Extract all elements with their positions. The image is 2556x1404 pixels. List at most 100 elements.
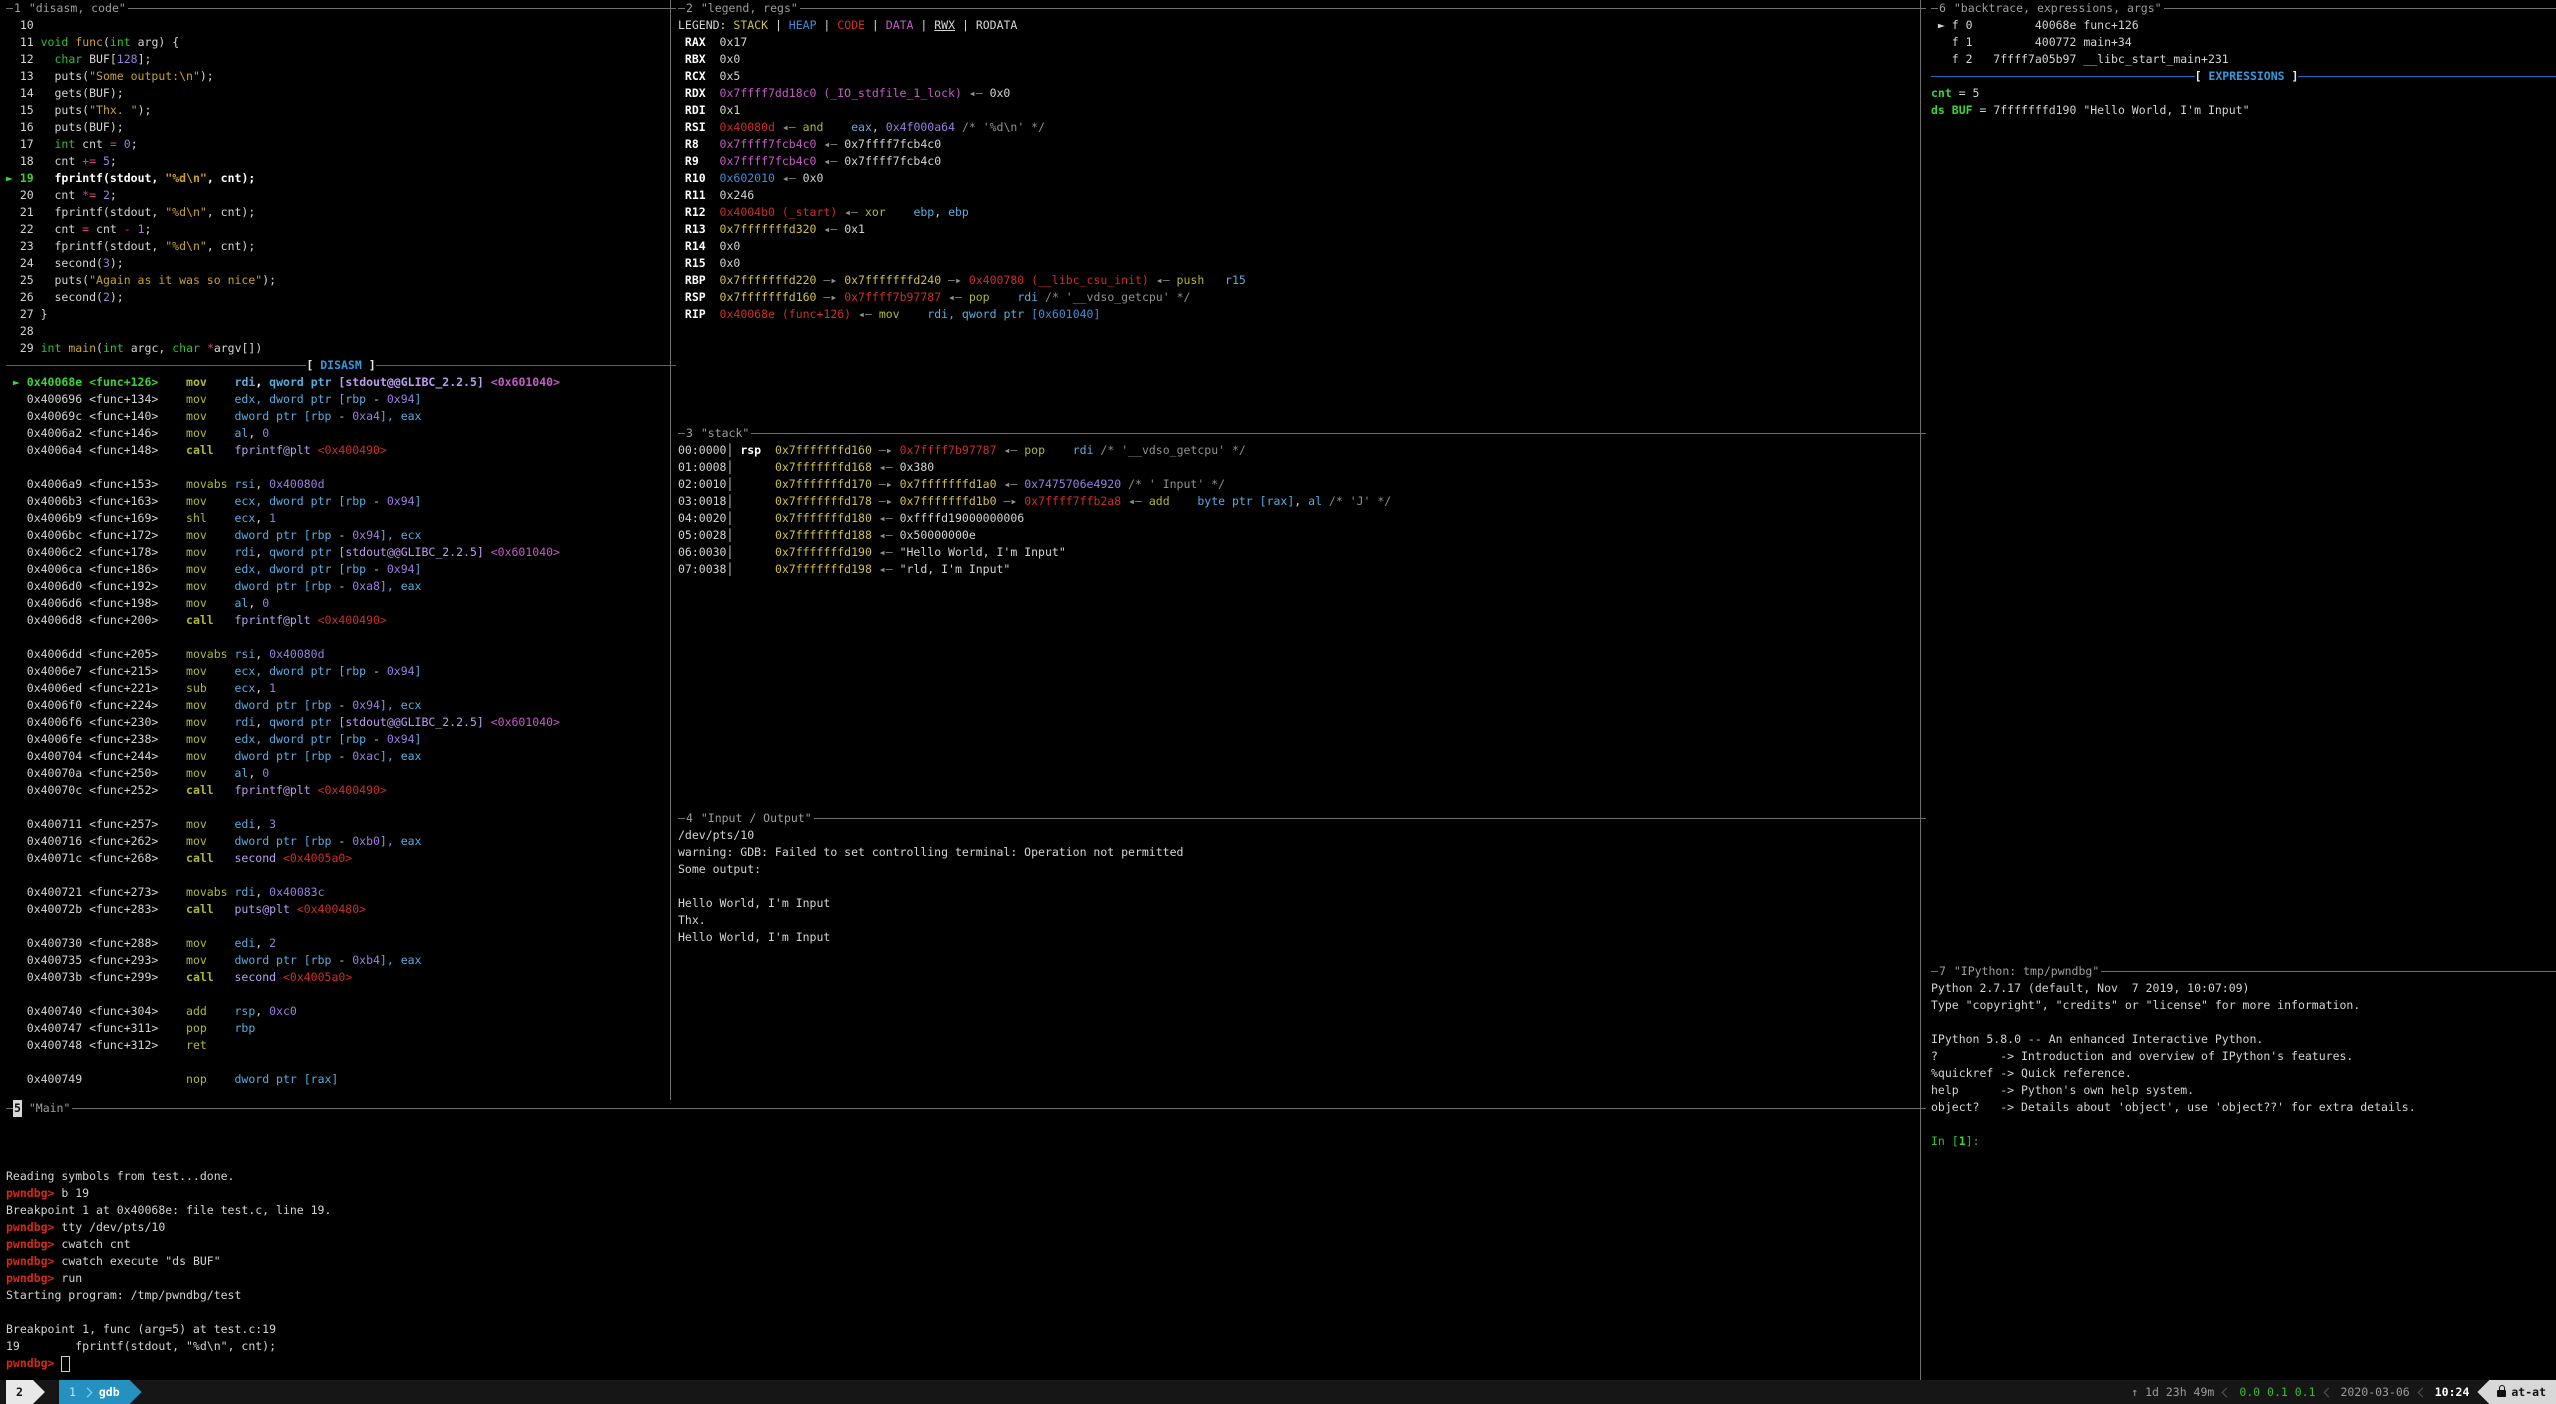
text-run: cwatch execute "ds BUF" xyxy=(61,1254,220,1268)
window-tab-gdb[interactable]: 1 gdb xyxy=(59,1380,130,1404)
text-run: ebp xyxy=(913,205,934,219)
powerline-separator xyxy=(130,1380,142,1404)
text-run: 0x4006a4 <func+148> xyxy=(6,443,186,457)
text-run: —▸ xyxy=(872,477,900,491)
text-run: /* '__vdso_getcpu' */ xyxy=(1094,443,1246,457)
pane-legend-regs[interactable]: 2 "legend, regs"LEGEND: STACK | HEAP | C… xyxy=(672,0,1926,425)
text-run: ); xyxy=(110,256,124,270)
terminal-line: 0x400716 <func+262> mov dword ptr [rbp -… xyxy=(6,833,676,850)
text-run: fprintf(stdout, xyxy=(55,171,166,185)
text-run: 0x4006e7 <func+215> xyxy=(6,664,186,678)
session-indicator[interactable]: 2 xyxy=(6,1380,33,1404)
text-run: 0x40072b <func+283> xyxy=(6,902,186,916)
text-run xyxy=(1170,494,1198,508)
pane-backtrace-expressions[interactable]: 6 "backtrace, expressions, args" ► f 0 4… xyxy=(1925,0,2556,963)
terminal-line: 0x400721 <func+273> movabs rdi, 0x40083c xyxy=(6,884,676,901)
text-run: argv[]) xyxy=(214,341,262,355)
terminal-line: 0x400740 <func+304> add rsp, 0xc0 xyxy=(6,1003,676,1020)
text-run xyxy=(484,375,491,389)
pane-ipython[interactable]: 7 "IPython: tmp/pwndbg"Python 2.7.17 (de… xyxy=(1925,963,2556,1380)
text-run: 06:0030│ xyxy=(678,545,775,559)
text-run: cnt xyxy=(54,188,82,202)
text-run: ; xyxy=(110,154,117,168)
text-run: - xyxy=(366,392,387,406)
powerline-separator xyxy=(33,1380,45,1404)
text-run: ◂— xyxy=(997,477,1025,491)
text-run: —▸ xyxy=(816,273,844,287)
text-run: 0x0 xyxy=(990,86,1011,100)
terminal-line: R14 0x0 xyxy=(678,238,1926,255)
text-run: add xyxy=(1149,494,1170,508)
tmux-terminal: 2 1 gdb ↑ 1d 23h 49m 0.0 0.1 0.1 2020-03… xyxy=(0,0,2556,1404)
pane-main-gdb[interactable]: 5 "Main"Reading symbols from test...done… xyxy=(0,1100,1926,1380)
text-run: 0x7fffffffd220 xyxy=(720,273,817,287)
text-run: dword ptr [rbp xyxy=(235,579,332,593)
text-run: ◂— xyxy=(872,511,900,525)
text-run: RCX xyxy=(678,69,720,83)
text-run: movabs xyxy=(186,647,228,661)
text-run: dword ptr [rbp xyxy=(235,749,332,763)
pane-stack[interactable]: 3 "stack"00:0000│ rsp 0x7fffffffd160 —▸ … xyxy=(672,425,1926,810)
text-run: mov xyxy=(186,715,207,729)
text-run: qword ptr xyxy=(269,715,338,729)
text-run: call xyxy=(186,970,214,984)
text-run xyxy=(207,953,235,967)
text-run: 0x1 xyxy=(844,222,865,236)
text-run: pop xyxy=(186,1021,207,1035)
text-run: R11 xyxy=(678,188,720,202)
text-run: "Thx. " xyxy=(89,103,137,117)
text-run xyxy=(214,970,235,984)
terminal-line: ► 0x40068e <func+126> mov rdi, qword ptr… xyxy=(6,374,676,391)
terminal-line: 17 int cnt = 0; xyxy=(6,136,676,153)
pane-divider[interactable] xyxy=(1920,0,1921,1380)
text-run: ► xyxy=(6,375,27,389)
text-run: main xyxy=(68,341,96,355)
text-run: 19 xyxy=(20,171,34,185)
text-run: mov xyxy=(186,732,207,746)
terminal-line: 0x40071c <func+268> call second <0x4005a… xyxy=(6,850,676,867)
terminal-line: Some output: xyxy=(678,861,1926,878)
status-bar: 2 1 gdb ↑ 1d 23h 49m 0.0 0.1 0.1 2020-03… xyxy=(0,1380,2556,1404)
text-run: - xyxy=(331,528,352,542)
section-separator-disasm: [ DISASM ] xyxy=(6,357,676,374)
text-run: b 19 xyxy=(61,1186,89,1200)
text-run: , xyxy=(255,477,269,491)
text-run: 0x400730 <func+288> xyxy=(6,936,186,950)
text-run: ◂— xyxy=(941,290,969,304)
terminal-cursor[interactable] xyxy=(61,1356,70,1372)
text-run: 0x7ffff7fcb4c0 xyxy=(720,137,817,151)
terminal-line: ► f 0 40068e func+126 xyxy=(1931,17,2556,34)
text-run xyxy=(207,494,235,508)
text-run: and xyxy=(803,120,824,134)
text-run: pop xyxy=(969,290,990,304)
terminal-line: pwndbg> run xyxy=(6,1270,1926,1287)
terminal-line: 01:0008│ 0x7fffffffd168 ◂— 0x380 xyxy=(678,459,1926,476)
pane-input-output[interactable]: 4 "Input / Output"/dev/pts/10warning: GD… xyxy=(672,810,1926,1100)
text-run: 0x5 xyxy=(720,69,741,83)
text-run: second xyxy=(235,970,277,984)
terminal-line: 06:0030│ 0x7fffffffd190 ◂— "Hello World,… xyxy=(678,544,1926,561)
text-run: edx, dword ptr [rbp xyxy=(235,392,367,406)
pane-code-disasm[interactable]: 1 "disasm, code" 10 11 void func(int arg… xyxy=(0,0,676,1100)
text-run: ); xyxy=(262,273,276,287)
text-run: <0x601040> xyxy=(491,375,560,389)
terminal-line: RBP 0x7fffffffd220 —▸ 0x7fffffffd240 —▸ … xyxy=(678,272,1926,289)
terminal-line: Thx. xyxy=(678,912,1926,929)
text-run: ◂— xyxy=(1149,273,1177,287)
text-run xyxy=(207,528,235,542)
terminal-line xyxy=(6,918,676,935)
pane-divider[interactable] xyxy=(670,0,671,1100)
text-run: void xyxy=(41,35,69,49)
text-run: mov xyxy=(186,953,207,967)
text-run: byte ptr [rax] xyxy=(1197,494,1294,508)
text-run: 11 xyxy=(6,35,41,49)
text-run: ( xyxy=(96,341,103,355)
text-run: dword ptr [rbp xyxy=(235,528,332,542)
text-run: 0x40070a <func+250> xyxy=(6,766,186,780)
terminal-line: 0x400696 <func+134> mov edx, dword ptr [… xyxy=(6,391,676,408)
text-run: 0x4006ca <func+186> xyxy=(6,562,186,576)
text-run: ? -> Introduction and overview of IPytho… xyxy=(1931,1049,2353,1063)
text-run xyxy=(311,783,318,797)
text-run: pwndbg> xyxy=(6,1254,61,1268)
text-run: - xyxy=(366,494,387,508)
